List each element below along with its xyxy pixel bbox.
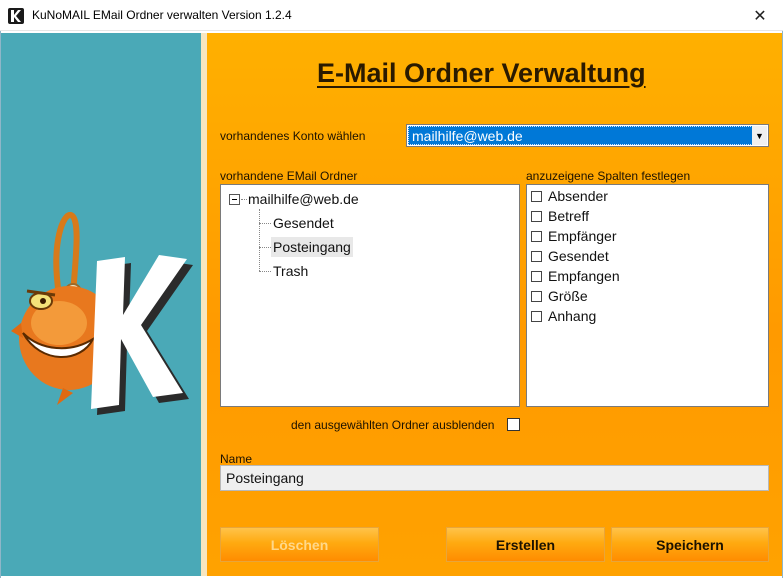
mascot-panel: [1, 33, 201, 576]
title-bar: KuNoMAIL EMail Ordner verwalten Version …: [0, 0, 783, 31]
column-option[interactable]: Betreff: [531, 206, 589, 226]
tree-connector: [259, 271, 271, 272]
page-title: E-Mail Ordner Verwaltung: [317, 58, 646, 88]
mascot-logo-icon: [11, 212, 193, 415]
checkbox[interactable]: [531, 190, 542, 202]
account-select[interactable]: mailhilfe@web.de ▼: [406, 124, 769, 147]
tree-folder-item[interactable]: Trash: [271, 261, 310, 281]
column-option[interactable]: Empfänger: [531, 226, 616, 246]
delete-button[interactable]: Löschen: [220, 527, 379, 562]
tree-root-account[interactable]: mailhilfe@web.de: [246, 189, 361, 209]
name-label: Name: [220, 452, 253, 466]
window-title: KuNoMAIL EMail Ordner verwalten Version …: [32, 8, 292, 22]
tree-folder-item-selected[interactable]: Posteingang: [271, 237, 353, 257]
checkbox[interactable]: [531, 270, 542, 282]
columns-checklist: Absender Betreff Empfänger Gesendet Empf…: [526, 184, 769, 407]
account-label: vorhandenes Konto wählen: [220, 129, 366, 143]
folders-label: vorhandene EMail Ordner: [220, 169, 358, 183]
checkbox[interactable]: [531, 210, 542, 222]
column-option[interactable]: Gesendet: [531, 246, 609, 266]
checkbox[interactable]: [531, 230, 542, 242]
columns-label: anzuzeigene Spalten festlegen: [526, 169, 691, 183]
chevron-down-icon[interactable]: ▼: [752, 126, 767, 145]
account-select-value: mailhilfe@web.de: [408, 126, 753, 145]
save-button[interactable]: Speichern: [611, 527, 769, 562]
folder-tree[interactable]: mailhilfe@web.de Gesendet Posteingang Tr…: [220, 184, 520, 407]
checkbox[interactable]: [531, 310, 542, 322]
tree-folder-item[interactable]: Gesendet: [271, 213, 336, 233]
app-logo-icon: [8, 8, 24, 24]
hide-folder-label: den ausgewählten Ordner ausblenden: [291, 418, 495, 432]
tree-connector: [259, 247, 271, 248]
name-field[interactable]: Posteingang: [220, 465, 769, 491]
checkbox[interactable]: [531, 250, 542, 262]
column-option[interactable]: Absender: [531, 186, 608, 206]
column-option[interactable]: Empfangen: [531, 266, 620, 286]
hide-folder-checkbox[interactable]: [507, 418, 520, 431]
column-option[interactable]: Größe: [531, 286, 588, 306]
create-button[interactable]: Erstellen: [446, 527, 605, 562]
close-button[interactable]: ✕: [737, 0, 783, 31]
checkbox[interactable]: [531, 290, 542, 302]
collapse-icon[interactable]: [229, 194, 240, 205]
tree-connector: [259, 223, 271, 224]
tree-connector: [259, 209, 260, 271]
column-option[interactable]: Anhang: [531, 306, 596, 326]
